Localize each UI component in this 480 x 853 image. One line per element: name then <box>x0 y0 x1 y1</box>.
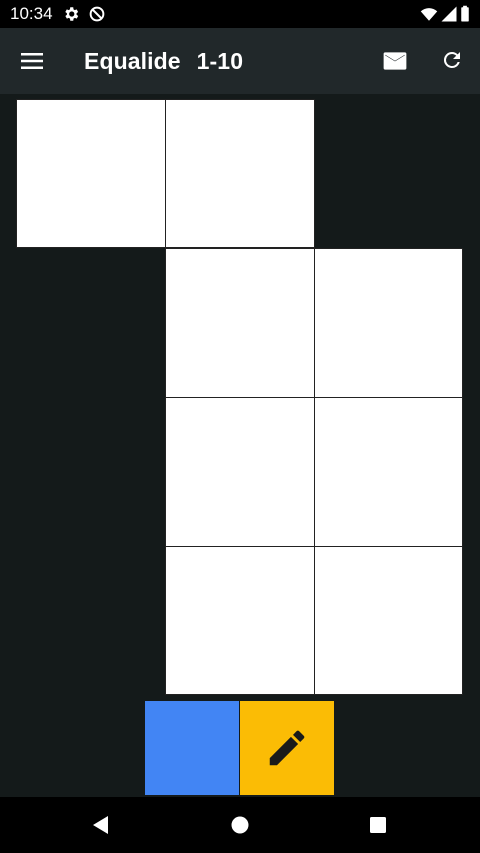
page-title: Equalide 1-10 <box>84 47 243 75</box>
nav-bar <box>0 797 480 853</box>
grid-cell[interactable] <box>314 248 463 398</box>
back-icon[interactable] <box>90 814 110 836</box>
grid-cell[interactable] <box>314 546 463 695</box>
app-bar: Equalide 1-10 <box>0 28 480 94</box>
battery-icon <box>461 5 469 22</box>
grid-cell[interactable] <box>16 99 166 248</box>
grid-cell[interactable] <box>314 397 463 547</box>
menu-icon[interactable] <box>20 49 44 73</box>
grid-cell[interactable] <box>165 99 315 248</box>
palette-color-yellow[interactable] <box>240 701 334 795</box>
grid-cell[interactable] <box>165 546 315 695</box>
level-label: 1-10 <box>196 48 244 74</box>
pencil-icon <box>269 730 305 766</box>
app-title-text: Equalide <box>84 48 181 74</box>
no-sync-icon <box>89 6 105 22</box>
palette-color-blue[interactable] <box>145 701 239 795</box>
grid-cell[interactable] <box>165 397 315 547</box>
home-icon[interactable] <box>230 815 250 835</box>
status-bar: 10:34 <box>0 0 480 28</box>
grid-cell[interactable] <box>165 248 315 398</box>
wifi-icon <box>420 8 438 21</box>
status-time: 10:34 <box>10 4 53 23</box>
refresh-icon[interactable] <box>440 48 464 72</box>
signal-icon <box>441 6 457 22</box>
gear-icon <box>65 7 79 21</box>
mail-icon[interactable] <box>382 48 408 74</box>
recents-icon[interactable] <box>369 816 387 834</box>
